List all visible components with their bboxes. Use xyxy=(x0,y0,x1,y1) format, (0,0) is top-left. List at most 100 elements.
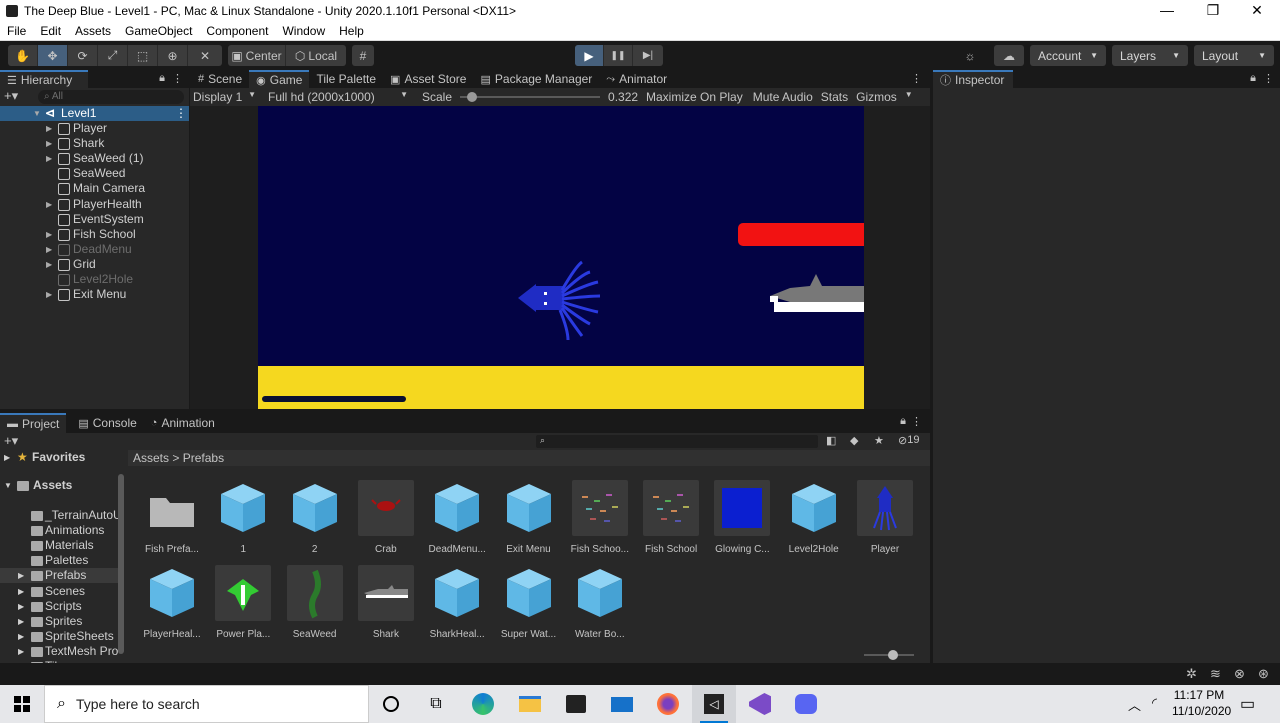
resolution-dropdown[interactable]: Full hd (2000x1000) ▼ xyxy=(262,90,414,104)
cortana-icon[interactable] xyxy=(369,685,413,723)
expand-triangle-icon[interactable]: ▶ xyxy=(46,257,52,272)
microsoft-store-icon[interactable] xyxy=(554,685,598,723)
tab-scene[interactable]: # Scene xyxy=(191,70,249,88)
tab-inspector[interactable]: ⓘ Inspector xyxy=(933,70,1013,88)
game-canvas[interactable] xyxy=(258,106,864,409)
menu-gameobject[interactable]: GameObject xyxy=(118,24,199,38)
tab-console[interactable]: ▤ Console xyxy=(66,413,143,433)
folder-item[interactable]: Materials xyxy=(0,538,118,553)
maximize-button[interactable]: ❐ xyxy=(1190,0,1236,22)
auto-generate-lighting-icon[interactable]: ✲ xyxy=(1186,666,1197,682)
asset-tile[interactable]: Player xyxy=(851,480,919,555)
folder-item[interactable]: ▶ Sprites xyxy=(0,614,118,629)
step-button[interactable]: ▶| xyxy=(633,45,663,66)
asset-tile[interactable]: Water Bo... xyxy=(566,565,634,640)
edge-browser-icon[interactable] xyxy=(461,685,505,723)
folder-item[interactable]: Palettes xyxy=(0,553,118,568)
breadcrumb-prefabs[interactable]: Prefabs xyxy=(183,451,224,465)
tab-package-manager[interactable]: ▤ Package Manager xyxy=(473,70,599,88)
hierarchy-item[interactable]: Level2Hole xyxy=(0,272,189,287)
asset-tile[interactable]: Level2Hole xyxy=(780,480,848,555)
mute-audio-toggle[interactable]: Mute Audio xyxy=(749,90,817,104)
more-options-icon[interactable]: ⋮ xyxy=(1263,72,1274,85)
debug-mode-icon[interactable]: ⊗ xyxy=(1234,666,1245,682)
expand-triangle-icon[interactable]: ▶ xyxy=(46,151,52,166)
expand-triangle-icon[interactable]: ▶ xyxy=(18,644,24,659)
menu-window[interactable]: Window xyxy=(275,24,332,38)
pivot-local-button[interactable]: ⬡ Local xyxy=(286,45,346,66)
file-explorer-icon[interactable] xyxy=(508,685,552,723)
asset-tile[interactable]: DeadMenu... xyxy=(423,480,491,555)
close-button[interactable]: ✕ xyxy=(1234,0,1280,22)
taskbar-search-box[interactable]: ⌕ Type here to search xyxy=(44,685,369,723)
gizmos-toggle[interactable]: Gizmos ▼ xyxy=(852,90,917,104)
display-dropdown[interactable]: Display 1 ▼ xyxy=(190,90,262,104)
asset-tile[interactable]: Crab xyxy=(352,480,420,555)
favorite-star-icon[interactable]: ★ xyxy=(874,434,884,447)
rotate-tool-icon[interactable]: ⟳ xyxy=(68,45,98,66)
unity-taskbar-icon[interactable]: ◁ xyxy=(692,685,736,723)
add-object-button[interactable]: +▾ xyxy=(4,88,18,104)
layers-dropdown[interactable]: Layers ▼ xyxy=(1112,45,1188,66)
asset-tile[interactable]: Power Pla... xyxy=(209,565,277,640)
pause-button[interactable]: ❚❚ xyxy=(604,45,633,66)
asset-tile[interactable]: Fish Prefa... xyxy=(138,480,206,555)
firefox-icon[interactable] xyxy=(646,685,690,723)
asset-tile[interactable]: Fish School xyxy=(637,480,705,555)
rect-tool-icon[interactable]: ⬚ xyxy=(128,45,158,66)
stats-toggle[interactable]: Stats xyxy=(817,90,852,104)
folder-item[interactable]: ▶ Prefabs xyxy=(0,568,118,584)
tab-game[interactable]: ◉ Game xyxy=(249,70,310,88)
notifications-icon[interactable]: ▭ xyxy=(1240,694,1255,714)
hierarchy-item[interactable]: ▶ DeadMenu xyxy=(0,242,189,257)
asset-tile[interactable]: 2 xyxy=(281,480,349,555)
lock-icon[interactable]: 🔒︎ xyxy=(900,415,906,428)
hierarchy-item[interactable]: ▶ Shark xyxy=(0,136,189,151)
cache-server-icon[interactable]: ≋ xyxy=(1210,666,1221,682)
filter-by-label-icon[interactable]: ◆ xyxy=(850,434,858,447)
hierarchy-item[interactable]: SeaWeed xyxy=(0,166,189,181)
visual-studio-icon[interactable] xyxy=(738,685,782,723)
hierarchy-item[interactable]: ▶ PlayerHealth xyxy=(0,197,189,212)
hierarchy-search-input[interactable]: ⌕ All xyxy=(38,90,184,104)
scale-slider-knob[interactable] xyxy=(466,92,477,102)
menu-file[interactable]: File xyxy=(0,24,33,38)
asset-tile[interactable]: Shark xyxy=(352,565,420,640)
show-hidden-icons-chevron[interactable]: ︿ xyxy=(1128,695,1141,714)
minimize-button[interactable]: — xyxy=(1144,0,1190,22)
discord-icon[interactable] xyxy=(784,685,828,723)
task-view-icon[interactable]: ⧉ xyxy=(414,685,458,723)
project-search-input[interactable]: ⌕ xyxy=(536,435,818,448)
expand-triangle-icon[interactable]: ▶ xyxy=(46,121,52,136)
more-options-icon[interactable]: ⋮ xyxy=(911,72,922,85)
menu-edit[interactable]: Edit xyxy=(33,24,68,38)
pivot-center-button[interactable]: ▣ Center xyxy=(228,45,286,66)
hierarchy-item[interactable]: ▶ Player xyxy=(0,121,189,136)
asset-tile[interactable]: Glowing C... xyxy=(708,480,776,555)
scene-menu-icon[interactable]: ⋮ xyxy=(175,106,187,121)
hierarchy-item[interactable]: ▶ Grid xyxy=(0,257,189,272)
folder-item[interactable]: _TerrainAutoU xyxy=(0,508,122,523)
hand-tool-icon[interactable]: ✋ xyxy=(8,45,38,66)
scale-tool-icon[interactable]: ⤢ xyxy=(98,45,128,66)
asset-tile[interactable]: SeaWeed xyxy=(281,565,349,640)
tab-animation[interactable]: ◔ Animation xyxy=(144,413,222,433)
expand-triangle-icon[interactable]: ▶ xyxy=(18,629,24,644)
tab-tile-palette[interactable]: Tile Palette xyxy=(309,70,383,88)
tab-hierarchy[interactable]: ☰ Hierarchy xyxy=(0,70,88,88)
lock-icon[interactable]: 🔒︎ xyxy=(159,72,165,85)
asset-tile[interactable]: 1 xyxy=(209,480,277,555)
expand-triangle-icon[interactable]: ▶ xyxy=(46,136,52,151)
account-dropdown[interactable]: Account ▼ xyxy=(1030,45,1106,66)
game-view[interactable] xyxy=(190,106,930,409)
breadcrumb-assets[interactable]: Assets xyxy=(133,451,169,465)
asset-tile[interactable]: Exit Menu xyxy=(495,480,563,555)
expand-triangle-icon[interactable]: ▶ xyxy=(46,227,52,242)
hidden-packages-toggle[interactable]: ⊘ 19 xyxy=(898,434,919,447)
cloud-icon[interactable]: ☁ xyxy=(994,45,1024,66)
asset-tile[interactable]: Fish Schoo... xyxy=(566,480,634,555)
folder-item[interactable]: ▶ SpriteSheets xyxy=(0,629,118,644)
expand-triangle-icon[interactable]: ▶ xyxy=(18,599,24,614)
hierarchy-item[interactable]: Main Camera xyxy=(0,181,189,196)
maximize-on-play-toggle[interactable]: Maximize On Play xyxy=(640,90,749,104)
